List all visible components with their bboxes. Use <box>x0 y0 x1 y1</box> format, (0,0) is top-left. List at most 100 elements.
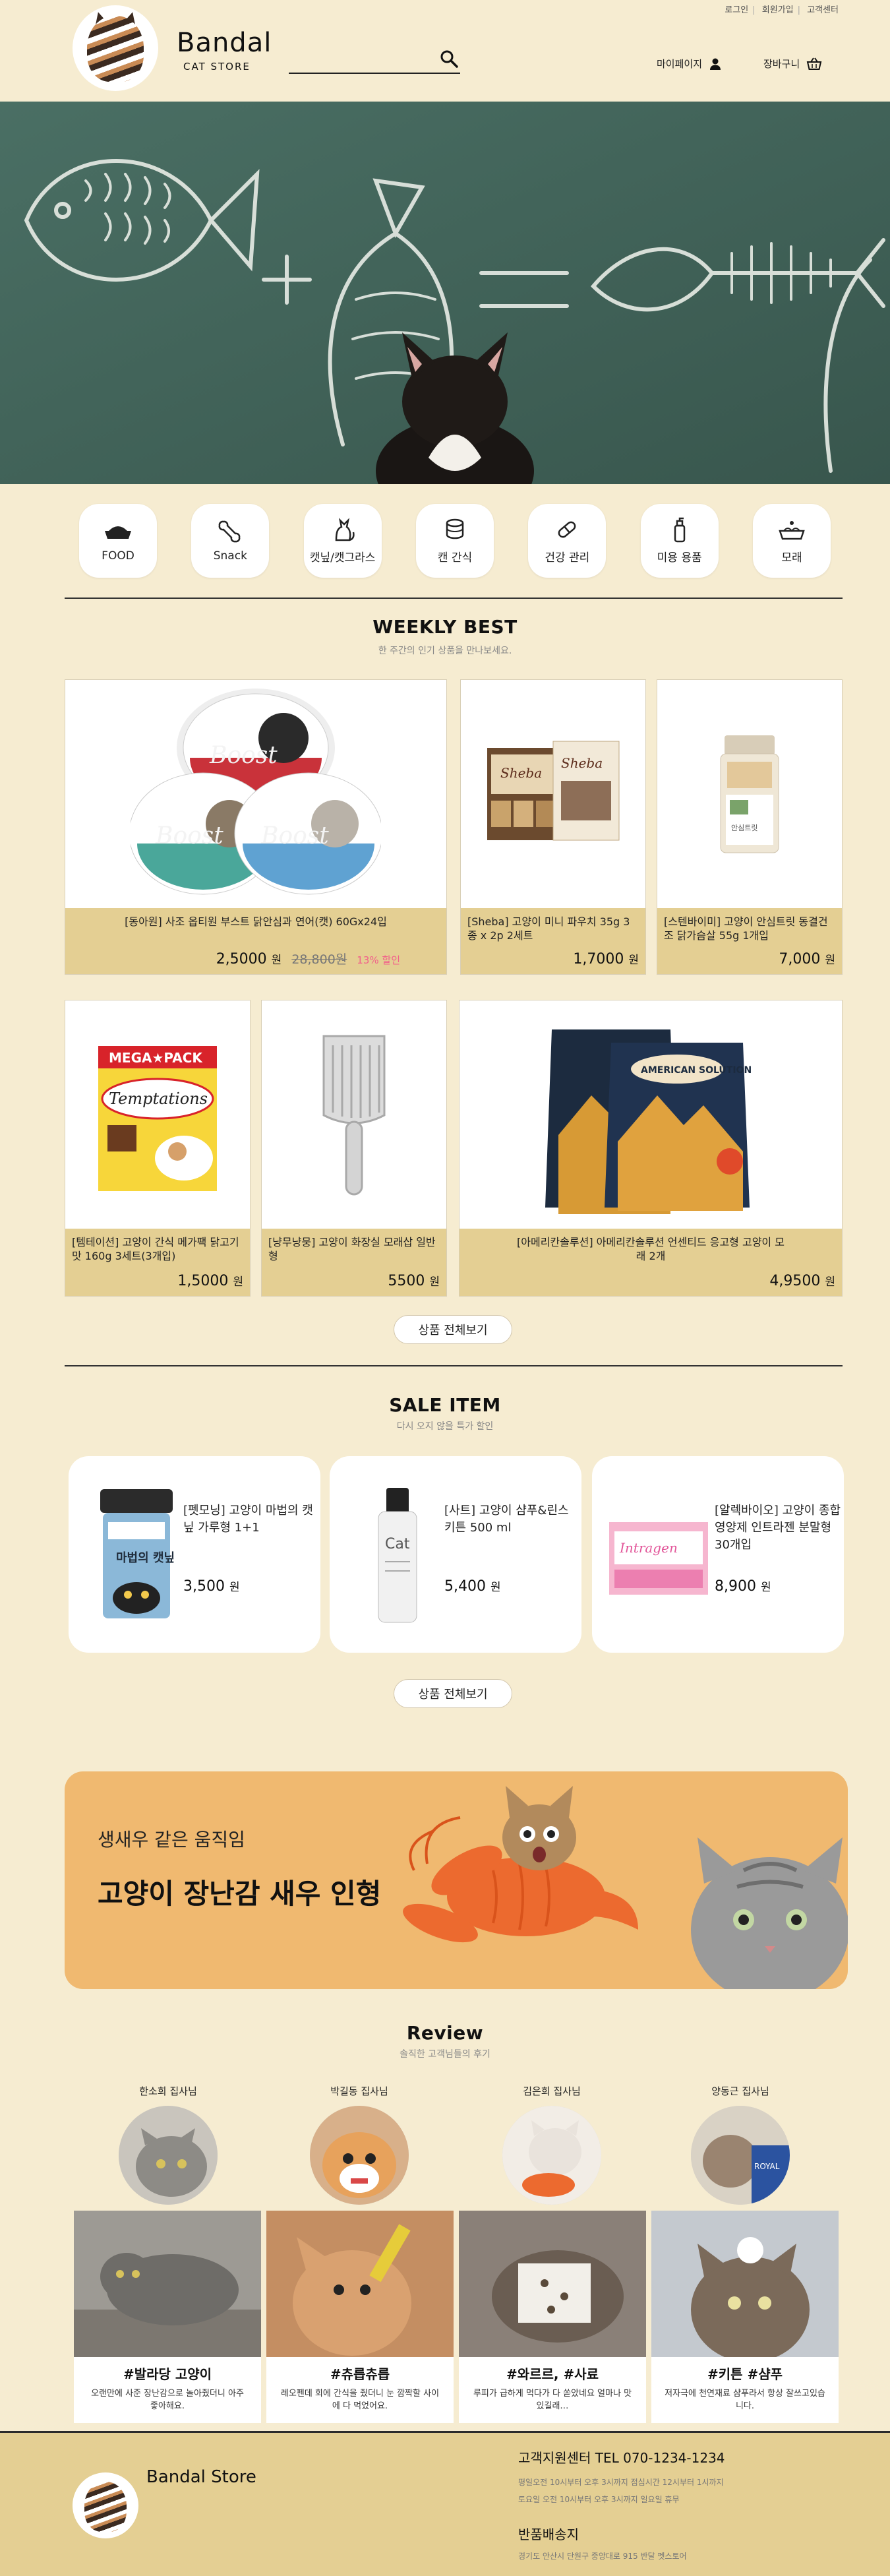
logo[interactable] <box>73 5 158 91</box>
banner-subtitle: 생새우 같은 움직임 <box>98 1829 245 1851</box>
product-price-line: 7,000 원 <box>779 950 835 967</box>
product-price: 1,7000 <box>573 951 624 967</box>
product-card[interactable]: MEGA★PACK Temptations [템테이션] 고양이 간식 메가팩 닭… <box>65 1000 251 1297</box>
review-photo <box>651 2211 839 2357</box>
category-label: 캣닢/캣그라스 <box>309 551 376 565</box>
login-link[interactable]: 로그인 <box>725 5 748 15</box>
brand-name[interactable]: Bandal <box>177 28 272 58</box>
product-name: [냥무냥뭉] 고양이 화장실 모래삽 일반형 <box>268 1236 436 1262</box>
category-food[interactable]: FOOD <box>79 504 157 578</box>
boost-cans-image: Boost Boost Boost <box>131 689 381 895</box>
category-can-snack[interactable]: 캔 간식 <box>415 504 494 578</box>
currency: 원 <box>628 954 639 967</box>
product-card[interactable]: Boost Boost Boost [동아원] 사조 옵티원 부스트 닭안심과 … <box>65 679 447 975</box>
sale-card[interactable]: Cat [사트] 고양이 샴푸&린스 키튼 500 ml 5,400 원 <box>330 1456 581 1653</box>
reviewer[interactable]: 양동근 집사님 ROYAL <box>691 2084 790 2205</box>
review-photo <box>74 2211 261 2357</box>
category-snack[interactable]: Snack <box>191 504 270 578</box>
review-subtitle: 솔직한 고객님들의 후기 <box>400 2049 490 2060</box>
svg-text:Sheba: Sheba <box>561 755 603 771</box>
product-name: [템테이션] 고양이 간식 메가팩 닭고기맛 160g 3세트(3개입) <box>72 1236 239 1262</box>
divider: | <box>797 5 801 15</box>
customer-center-link[interactable]: 고객센터 <box>807 5 839 15</box>
weekly-view-all-button[interactable]: 상품 전체보기 <box>394 1315 512 1344</box>
currency: 원 <box>229 1581 240 1594</box>
reviewer[interactable]: 박길동 집사님 <box>310 2084 409 2205</box>
category-catnip[interactable]: 캣닢/캣그라스 <box>303 504 382 578</box>
litter-icon <box>779 520 805 539</box>
product-image: 안심트릿 <box>657 680 842 908</box>
mypage-link[interactable]: 마이페이지 <box>657 57 722 71</box>
search-icon[interactable] <box>439 49 459 69</box>
review-tag: #키튼 #샴푸 <box>707 2366 783 2382</box>
product-price: 5500 <box>388 1273 425 1289</box>
return-address-title: 반품배송지 <box>518 2527 579 2542</box>
product-name: [아메리칸솔루션] 아메리칸솔루션 언센티드 응고형 고양이 모래 2개 <box>517 1236 785 1262</box>
top-links: 로그인 | 회원가입 | 고객센터 <box>721 3 843 15</box>
chalkboard-fish-illustration <box>0 102 890 484</box>
reviewer-name: 박길동 집사님 <box>330 2085 388 2097</box>
currency: 원 <box>825 1275 835 1289</box>
review-tag: #와르르, #사료 <box>506 2366 599 2382</box>
reviewer[interactable]: 한소희 집사님 <box>119 2084 218 2205</box>
product-card[interactable]: 안심트릿 [스텐바이미] 고양이 안심트릿 동결건조 닭가슴살 55g 1개입 … <box>657 679 843 975</box>
can-icon <box>446 518 464 539</box>
intragen-box-image: Intragen <box>609 1522 708 1595</box>
review-card[interactable]: #발라당 고양이 오랜만에 사준 장난감으로 놀아줬더니 아주 좋아해요. <box>74 2211 261 2423</box>
category-label: FOOD <box>102 549 134 563</box>
product-price-line: 2,5000 원 28,800원 13% 할인 <box>216 950 400 967</box>
product-card[interactable]: [냥무냥뭉] 고양이 화장실 모래삽 일반형 5500 원 <box>261 1000 447 1297</box>
cart-label: 장바구니 <box>763 58 800 70</box>
reviewer[interactable]: 김은희 집사님 <box>502 2084 601 2205</box>
review-text: 루피가 급하게 먹다가 다 쏟았네요 얼마나 맛있길래… <box>473 2389 632 2411</box>
signup-link[interactable]: 회원가입 <box>762 5 794 15</box>
original-price: 28,800원 <box>291 952 347 967</box>
cart-link[interactable]: 장바구니 <box>763 57 822 71</box>
category-litter[interactable]: 모래 <box>752 504 831 578</box>
product-price: 2,5000 <box>216 951 267 967</box>
product-price: 1,5000 <box>177 1273 229 1289</box>
promo-banner[interactable]: 생새우 같은 움직임 고양이 장난감 새우 인형 <box>65 1771 848 1989</box>
review-card[interactable]: #츄릅츄릅 레오펜데 회에 간식을 줬더니 눈 깜짝할 사이에 다 먹었어요. <box>266 2211 454 2423</box>
banner-title: 고양이 장난감 새우 인형 <box>98 1878 382 1910</box>
review-photo <box>459 2211 646 2357</box>
product-card[interactable]: AMERICAN SOLUTION [아메리칸솔루션] 아메리칸솔루션 언센티드… <box>459 1000 843 1297</box>
bottle-label: Cat <box>385 1536 410 1552</box>
business-hours: 토요일 오전 10시부터 오후 3시까지 일요일 휴무 <box>518 2495 680 2504</box>
category-grooming[interactable]: 미용 용품 <box>640 504 719 578</box>
currency: 원 <box>271 954 282 967</box>
search-input[interactable] <box>289 45 434 71</box>
sale-card[interactable]: Intragen [알렉바이오] 고양이 종합 영양제 인트라젠 분말형 30개… <box>592 1456 844 1653</box>
currency: 원 <box>760 1581 771 1594</box>
sale-view-all-button[interactable]: 상품 전체보기 <box>394 1679 512 1708</box>
avatar <box>119 2106 218 2205</box>
product-price: 7,000 <box>779 951 821 967</box>
product-price: 4,9500 <box>769 1273 821 1289</box>
sale-card[interactable]: 마법의 캣닢 [펫모닝] 고양이 마법의 캣닢 가루형 1+1 3,500 원 <box>69 1456 320 1653</box>
product-name: [스텐바이미] 고양이 안심트릿 동결건조 닭가슴살 55g 1개입 <box>664 915 828 942</box>
sheba-pouch-image: Sheba Sheba <box>487 741 620 841</box>
product-card[interactable]: Sheba Sheba [Sheba] 고양이 미니 파우치 35g 3종 x … <box>460 679 646 975</box>
review-card[interactable]: #키튼 #샴푸 저자극에 천연재료 샴푸라서 항상 잘쓰고있습니다. <box>651 2211 839 2423</box>
reviewer-name: 김은희 집사님 <box>523 2085 581 2097</box>
weekly-best-subtitle: 한 주간의 인기 상품을 만나보세요. <box>378 646 512 656</box>
search-bar <box>289 45 460 74</box>
review-tag: #츄릅츄릅 <box>330 2366 390 2382</box>
category-label: Snack <box>213 549 247 563</box>
category-label: 건강 관리 <box>545 551 590 565</box>
jar-label: 마법의 캣닢 <box>116 1551 175 1565</box>
svg-text:MEGA★PACK: MEGA★PACK <box>109 1050 203 1066</box>
product-name: [Sheba] 고양이 미니 파우치 35g 3종 x 2p 2세트 <box>467 915 630 942</box>
logo-cat-icon <box>84 2482 127 2532</box>
reviewer-name: 양동근 집사님 <box>711 2085 769 2097</box>
mypage-label: 마이페이지 <box>657 58 703 70</box>
category-label: 모래 <box>781 551 802 565</box>
avatar: ROYAL <box>691 2106 790 2205</box>
hero-banner[interactable] <box>0 102 890 484</box>
product-image: MEGA★PACK Temptations <box>65 1000 250 1230</box>
treat-jar-image: 안심트릿 <box>720 735 779 853</box>
footer-logo[interactable] <box>73 2472 138 2538</box>
review-card[interactable]: #와르르, #사료 루피가 급하게 먹다가 다 쏟았네요 얼마나 맛있길래… <box>459 2211 646 2423</box>
svg-text:ROYAL: ROYAL <box>754 2162 780 2171</box>
category-health[interactable]: 건강 관리 <box>528 504 607 578</box>
